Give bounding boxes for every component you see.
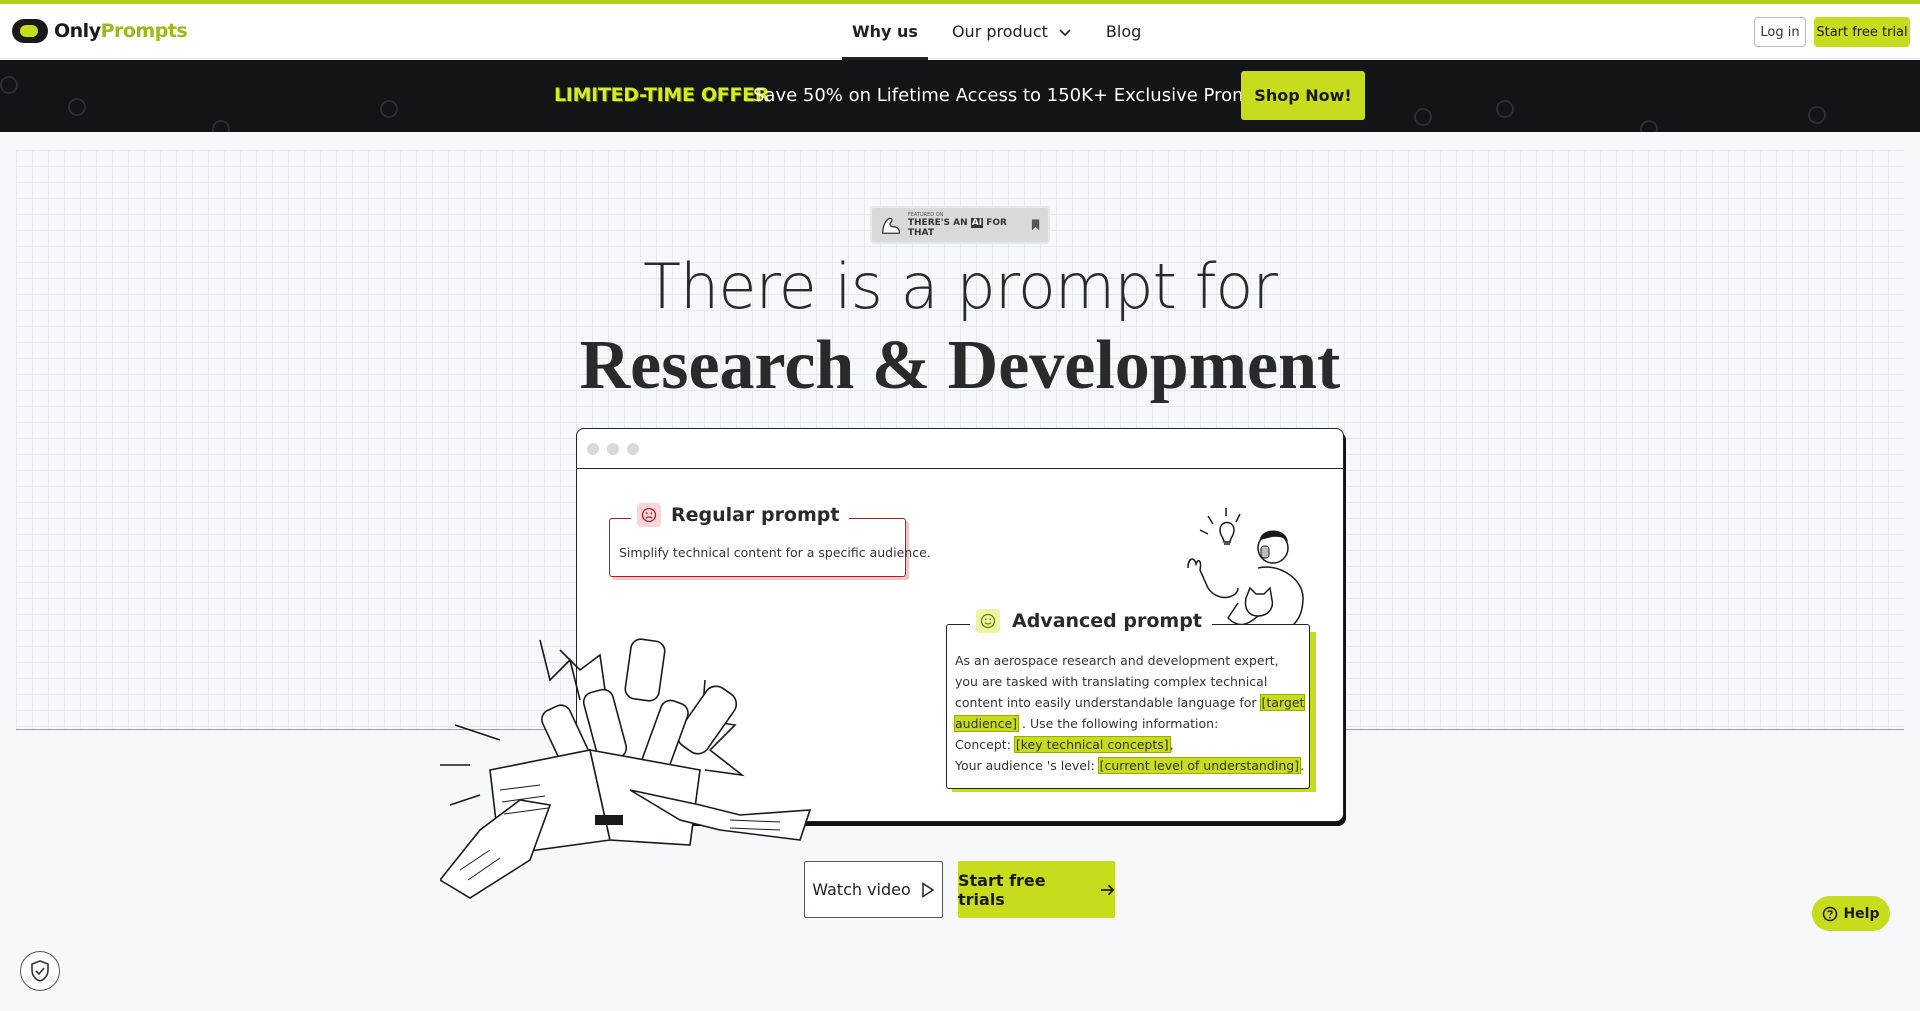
main-nav: Why us Our product Blog <box>842 4 1141 60</box>
shield-check-icon <box>31 960 49 982</box>
window-dot <box>607 443 619 455</box>
regular-prompt-title: Regular prompt <box>671 504 840 526</box>
placeholder-key-concepts: [key technical concepts] <box>1013 736 1171 753</box>
chevron-down-icon <box>1059 28 1071 36</box>
placeholder-understanding-level: [current level of understanding] <box>1097 757 1302 774</box>
decor-icon <box>1414 108 1432 126</box>
hero-title-line2: Research & Development <box>579 327 1341 404</box>
happy-face-icon <box>976 609 1000 633</box>
decor-icon <box>380 100 398 118</box>
watch-video-button[interactable]: Watch video <box>804 861 943 918</box>
start-free-trials-button[interactable]: Start free trials <box>958 861 1115 918</box>
window-dot <box>587 443 599 455</box>
decor-icon <box>1640 120 1658 132</box>
regular-prompt-text: Simplify technical content for a specifi… <box>619 545 931 560</box>
help-button[interactable]: Help <box>1812 896 1890 931</box>
featured-badge[interactable]: FEATURED ON THERE'S AN AI FOR THAT <box>870 206 1050 244</box>
window-titlebar <box>577 429 1343 469</box>
bookmark-icon <box>1031 219 1040 231</box>
promo-banner: LIMITED-TIME OFFER Save 50% on Lifetime … <box>0 60 1920 132</box>
decor-icon <box>1808 106 1826 124</box>
start-free-trial-button[interactable]: Start free trial <box>1814 17 1910 47</box>
limited-offer-label: LIMITED-TIME OFFER <box>554 84 770 106</box>
privacy-shield-button[interactable] <box>20 951 60 991</box>
decor-icon <box>212 120 230 132</box>
logo-text: OnlyPrompts <box>54 20 188 42</box>
logo-toggle-icon <box>12 19 48 43</box>
window-dot <box>627 443 639 455</box>
nav-item-our-product[interactable]: Our product <box>952 4 1072 59</box>
decor-icon <box>1496 100 1514 118</box>
exploding-box-illustration <box>440 638 812 899</box>
decor-icon <box>68 98 86 116</box>
hero-title-line1: There is a prompt for <box>643 250 1278 323</box>
shop-now-button[interactable]: Shop Now! <box>1241 71 1365 120</box>
nav-item-why-us[interactable]: Why us <box>842 4 928 60</box>
decor-icon <box>0 76 18 94</box>
nav-item-blog[interactable]: Blog <box>1106 4 1141 59</box>
regular-prompt-header: Regular prompt <box>631 500 850 530</box>
arm-icon <box>882 217 900 234</box>
question-icon <box>1823 906 1838 921</box>
logo[interactable]: OnlyPrompts <box>12 18 188 44</box>
arrow-right-icon <box>1100 884 1115 895</box>
advanced-prompt-text: As an aerospace research and development… <box>953 653 1306 774</box>
login-button[interactable]: Log in <box>1754 17 1806 47</box>
promo-text: Save 50% on Lifetime Access to 150K+ Exc… <box>753 85 1285 106</box>
site-header: OnlyPrompts Why us Our product Blog Log … <box>0 4 1920 60</box>
badge-text: FEATURED ON THERE'S AN AI FOR THAT <box>907 212 1007 238</box>
advanced-prompt-header: Advanced prompt <box>970 606 1212 636</box>
sad-face-icon <box>637 503 661 527</box>
play-icon <box>922 881 935 898</box>
advanced-prompt-title: Advanced prompt <box>1012 610 1202 632</box>
